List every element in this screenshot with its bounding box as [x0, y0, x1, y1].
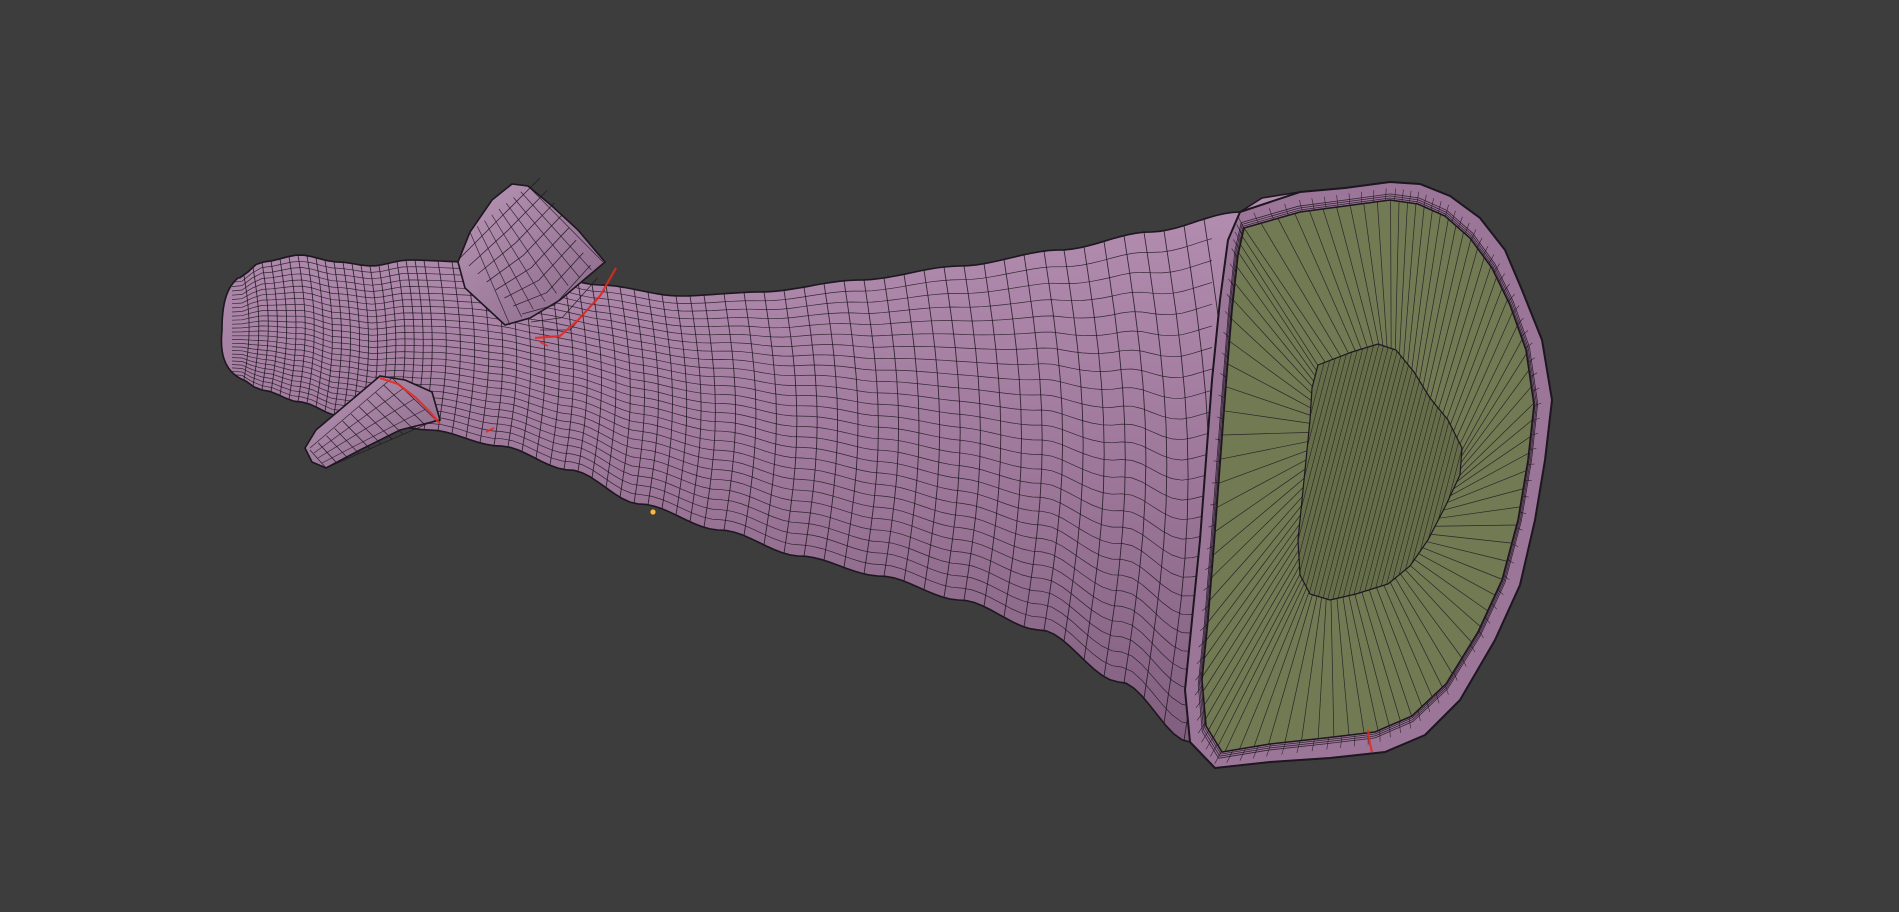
mesh-end-cap[interactable] — [1183, 180, 1554, 770]
viewport-canvas[interactable] — [0, 0, 1899, 912]
3d-viewport[interactable] — [0, 0, 1899, 912]
object-origin-point[interactable] — [650, 509, 656, 515]
